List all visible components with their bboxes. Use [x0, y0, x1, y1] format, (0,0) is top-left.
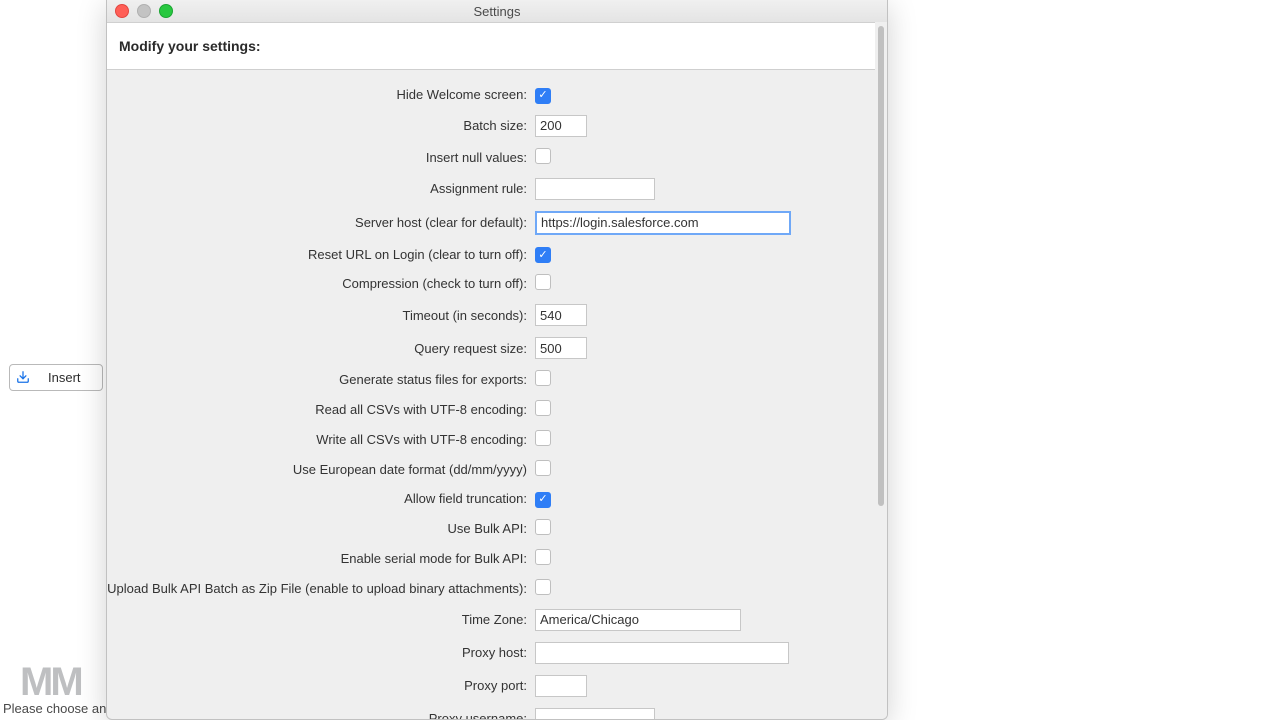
- control-proxy_user: [535, 708, 875, 720]
- checkbox-reset_url[interactable]: ✓: [535, 247, 551, 263]
- label-server_host: Server host (clear for default):: [107, 215, 527, 230]
- input-proxy_user[interactable]: [535, 708, 655, 720]
- control-insert_null: [535, 148, 875, 167]
- label-compression: Compression (check to turn off):: [107, 276, 527, 291]
- download-icon: [16, 370, 30, 386]
- settings-dialog: Settings Modify your settings: Hide Welc…: [106, 0, 888, 720]
- insert-button[interactable]: Insert: [9, 364, 103, 391]
- control-server_host: [535, 211, 875, 235]
- label-euro_date: Use European date format (dd/mm/yyyy): [107, 462, 527, 477]
- checkbox-hide_welcome[interactable]: ✓: [535, 88, 551, 104]
- checkbox-allow_trunc[interactable]: ✓: [535, 492, 551, 508]
- label-proxy_host: Proxy host:: [107, 645, 527, 660]
- zoom-icon[interactable]: [159, 4, 173, 18]
- checkbox-euro_date[interactable]: [535, 460, 551, 476]
- insert-button-label: Insert: [48, 370, 81, 385]
- control-reset_url: ✓: [535, 246, 875, 264]
- control-allow_trunc: ✓: [535, 490, 875, 508]
- dialog-subtitle: Modify your settings:: [119, 38, 261, 54]
- dialog-header: Modify your settings:: [107, 23, 887, 70]
- scrollbar[interactable]: [875, 22, 887, 719]
- input-timeout[interactable]: [535, 304, 587, 326]
- control-proxy_port: [535, 675, 875, 697]
- settings-scroll-area[interactable]: Hide Welcome screen: ✓ Batch size: Insert n…: [107, 68, 875, 719]
- checkbox-read_utf8[interactable]: [535, 400, 551, 416]
- label-time_zone: Time Zone:: [107, 612, 527, 627]
- label-reset_url: Reset URL on Login (clear to turn off):: [107, 247, 527, 262]
- label-timeout: Timeout (in seconds):: [107, 308, 527, 323]
- control-assignment_rule: [535, 178, 875, 200]
- input-proxy_port[interactable]: [535, 675, 587, 697]
- label-read_utf8: Read all CSVs with UTF-8 encoding:: [107, 402, 527, 417]
- label-use_bulk: Use Bulk API:: [107, 521, 527, 536]
- control-use_bulk: [535, 519, 875, 538]
- checkbox-use_bulk[interactable]: [535, 519, 551, 535]
- window-title: Settings: [474, 4, 521, 19]
- label-batch_size: Batch size:: [107, 118, 527, 133]
- logo: MM: [20, 668, 81, 696]
- checkbox-compression[interactable]: [535, 274, 551, 290]
- minimize-icon[interactable]: [137, 4, 151, 18]
- checkbox-write_utf8[interactable]: [535, 430, 551, 446]
- status-text: Please choose an: [3, 701, 106, 716]
- checkbox-serial_bulk[interactable]: [535, 549, 551, 565]
- label-hide_welcome: Hide Welcome screen:: [107, 87, 527, 102]
- label-write_utf8: Write all CSVs with UTF-8 encoding:: [107, 432, 527, 447]
- control-serial_bulk: [535, 549, 875, 568]
- control-euro_date: [535, 460, 875, 479]
- titlebar: Settings: [107, 0, 887, 23]
- input-proxy_host[interactable]: [535, 642, 789, 664]
- control-write_utf8: [535, 430, 875, 449]
- label-bulk_zip: Upload Bulk API Batch as Zip File (enabl…: [107, 581, 527, 596]
- input-query_req_size[interactable]: [535, 337, 587, 359]
- label-assignment_rule: Assignment rule:: [107, 181, 527, 196]
- label-proxy_port: Proxy port:: [107, 678, 527, 693]
- control-compression: [535, 274, 875, 293]
- label-gen_status_files: Generate status files for exports:: [107, 372, 527, 387]
- input-time_zone[interactable]: [535, 609, 741, 631]
- control-bulk_zip: [535, 579, 875, 598]
- control-timeout: [535, 304, 875, 326]
- checkbox-bulk_zip[interactable]: [535, 579, 551, 595]
- control-hide_welcome: ✓: [535, 86, 875, 104]
- label-query_req_size: Query request size:: [107, 341, 527, 356]
- control-batch_size: [535, 115, 875, 137]
- traffic-lights: [115, 4, 173, 18]
- input-assignment_rule[interactable]: [535, 178, 655, 200]
- control-time_zone: [535, 609, 875, 631]
- control-query_req_size: [535, 337, 875, 359]
- close-icon[interactable]: [115, 4, 129, 18]
- label-insert_null: Insert null values:: [107, 150, 527, 165]
- scrollbar-thumb[interactable]: [878, 26, 884, 506]
- control-read_utf8: [535, 400, 875, 419]
- settings-form: Hide Welcome screen: ✓ Batch size: Insert n…: [107, 68, 875, 719]
- checkbox-gen_status_files[interactable]: [535, 370, 551, 386]
- label-proxy_user: Proxy username:: [107, 711, 527, 719]
- input-batch_size[interactable]: [535, 115, 587, 137]
- control-gen_status_files: [535, 370, 875, 389]
- input-server_host[interactable]: [535, 211, 791, 235]
- label-serial_bulk: Enable serial mode for Bulk API:: [107, 551, 527, 566]
- label-allow_trunc: Allow field truncation:: [107, 491, 527, 506]
- control-proxy_host: [535, 642, 875, 664]
- checkbox-insert_null[interactable]: [535, 148, 551, 164]
